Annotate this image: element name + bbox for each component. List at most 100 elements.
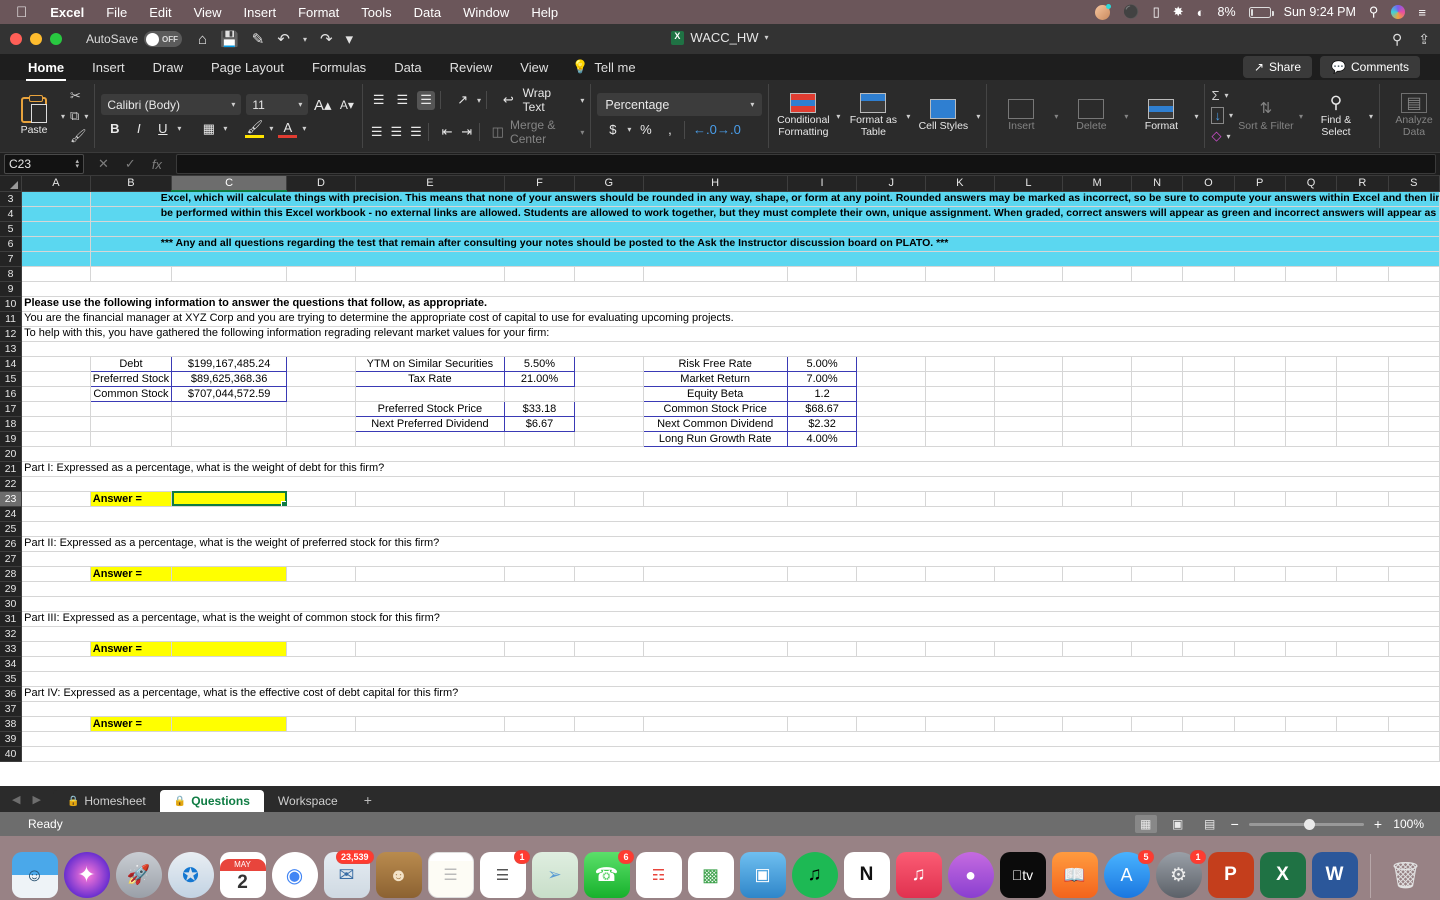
cell-R14[interactable] — [1337, 356, 1388, 371]
row-header-14[interactable]: 14 — [0, 356, 22, 371]
cell-H18[interactable]: Next Common Dividend — [643, 416, 787, 431]
row-header-12[interactable]: 12 — [0, 326, 22, 341]
row-header-7[interactable]: 7 — [0, 251, 22, 266]
cell-P17[interactable] — [1234, 401, 1285, 416]
cell-B23[interactable]: Answer = — [90, 491, 171, 506]
format-painter-icon[interactable]: 🖌 — [70, 128, 88, 144]
shield-alert-icon[interactable]: ⚫ — [1123, 4, 1139, 20]
row-header-27[interactable]: 27 — [0, 551, 22, 566]
cell-H15[interactable]: Market Return — [643, 371, 787, 386]
column-header-P[interactable]: P — [1234, 176, 1285, 191]
cell-M28[interactable] — [1063, 566, 1132, 581]
menu-item-excel[interactable]: Excel — [39, 5, 95, 20]
cell-P38[interactable] — [1234, 716, 1285, 731]
cell-K23[interactable] — [926, 491, 995, 506]
cell-I28[interactable] — [787, 566, 857, 581]
row-header-21[interactable]: 21 — [0, 461, 22, 476]
paste-chevron-down-icon[interactable]: ▾ — [61, 112, 65, 121]
cell-M14[interactable] — [1063, 356, 1132, 371]
cell-R17[interactable] — [1337, 401, 1388, 416]
column-header-F[interactable]: F — [505, 176, 575, 191]
cell-R28[interactable] — [1337, 566, 1388, 581]
row-header-11[interactable]: 11 — [0, 311, 22, 326]
cell-F14[interactable]: 5.50% — [505, 356, 575, 371]
cell-Q14[interactable] — [1285, 356, 1336, 371]
column-header-B[interactable]: B — [90, 176, 171, 191]
cell-P23[interactable] — [1234, 491, 1285, 506]
align-center-button[interactable]: ☰ — [389, 123, 404, 142]
cell-M33[interactable] — [1063, 641, 1132, 656]
sheet-nav-arrows[interactable]: ◀ ▶ — [6, 793, 53, 812]
cell-J23[interactable] — [857, 491, 926, 506]
previous-sheet-icon[interactable]: ◀ — [12, 793, 20, 806]
column-header-H[interactable]: H — [643, 176, 787, 191]
underline-button[interactable]: U — [153, 119, 172, 138]
font-name-select[interactable]: Calibri (Body) ▾ — [101, 94, 241, 115]
column-header-O[interactable]: O — [1183, 176, 1234, 191]
close-window-button[interactable] — [10, 33, 22, 45]
cell-row-29[interactable] — [22, 581, 1440, 596]
dock-item-finder[interactable]: ☺ — [12, 852, 58, 898]
cell-I19[interactable]: 4.00% — [787, 431, 857, 446]
cell-S16[interactable] — [1388, 386, 1439, 401]
cell-row-13[interactable] — [22, 341, 1440, 356]
cell-A8[interactable] — [22, 266, 91, 281]
cell-E8[interactable] — [355, 266, 504, 281]
column-header-E[interactable]: E — [355, 176, 504, 191]
row-header-15[interactable]: 15 — [0, 371, 22, 386]
edit-icon[interactable]: ✎ — [252, 30, 265, 48]
row-header-19[interactable]: 19 — [0, 431, 22, 446]
dock-item-system-preferences[interactable]: ⚙1 — [1156, 852, 1202, 898]
row-header-29[interactable]: 29 — [0, 581, 22, 596]
cell-J17[interactable] — [857, 401, 926, 416]
cell-R23[interactable] — [1337, 491, 1388, 506]
apple-logo-icon[interactable]:  — [10, 5, 39, 20]
save-icon[interactable]: 💾 — [220, 30, 239, 48]
cell-E33[interactable] — [355, 641, 504, 656]
cell-A21[interactable]: Part I: Expressed as a percentage, what … — [22, 461, 1440, 476]
cell-G28[interactable] — [574, 566, 643, 581]
cell-F28[interactable] — [505, 566, 575, 581]
increase-font-size-button[interactable]: A▴ — [313, 95, 332, 114]
cell-K28[interactable] — [926, 566, 995, 581]
cell-H8[interactable] — [643, 266, 787, 281]
format-as-table-chevron-down-icon[interactable]: ▾ — [906, 112, 910, 121]
cell-row-34[interactable] — [22, 656, 1440, 671]
row-header-32[interactable]: 32 — [0, 626, 22, 641]
cell-G17[interactable] — [574, 401, 643, 416]
cell-S23[interactable] — [1388, 491, 1439, 506]
cell-D8[interactable] — [287, 266, 356, 281]
cell-L17[interactable] — [994, 401, 1063, 416]
cell-Q18[interactable] — [1285, 416, 1336, 431]
comments-button[interactable]: 💬 Comments — [1320, 56, 1420, 78]
cell-P15[interactable] — [1234, 371, 1285, 386]
row-header-10[interactable]: 10 — [0, 296, 22, 311]
cell-M38[interactable] — [1063, 716, 1132, 731]
dock-item-appletv[interactable]: tv — [1000, 852, 1046, 898]
dock-item-keynote[interactable]: ▣ — [740, 852, 786, 898]
wrap-text-label[interactable]: Wrap Text — [523, 86, 576, 114]
cell-G16[interactable] — [574, 386, 643, 401]
user-avatar-icon[interactable] — [1095, 5, 1110, 20]
cell-R8[interactable] — [1337, 266, 1388, 281]
dock-item-books[interactable]: 📖 — [1052, 852, 1098, 898]
cell-K15[interactable] — [926, 371, 995, 386]
cell-K16[interactable] — [926, 386, 995, 401]
cell-S17[interactable] — [1388, 401, 1439, 416]
cell-O19[interactable] — [1183, 431, 1234, 446]
cell-B8[interactable] — [90, 266, 171, 281]
cell-row-32[interactable] — [22, 626, 1440, 641]
cell-L33[interactable] — [994, 641, 1063, 656]
column-header-R[interactable]: R — [1337, 176, 1388, 191]
cell-B18[interactable] — [90, 416, 171, 431]
cell-F19[interactable] — [505, 431, 575, 446]
row-header-26[interactable]: 26 — [0, 536, 22, 551]
dock-item-numbers[interactable]: ▩ — [688, 852, 734, 898]
decrease-indent-button[interactable]: ⇤ — [440, 123, 455, 142]
cell-F23[interactable] — [505, 491, 575, 506]
cell-S14[interactable] — [1388, 356, 1439, 371]
cell-E17[interactable]: Preferred Stock Price — [355, 401, 504, 416]
currency-chevron-down-icon[interactable]: ▾ — [627, 125, 631, 134]
format-cells-chevron-down-icon[interactable]: ▾ — [1194, 112, 1198, 121]
cell-J18[interactable] — [857, 416, 926, 431]
